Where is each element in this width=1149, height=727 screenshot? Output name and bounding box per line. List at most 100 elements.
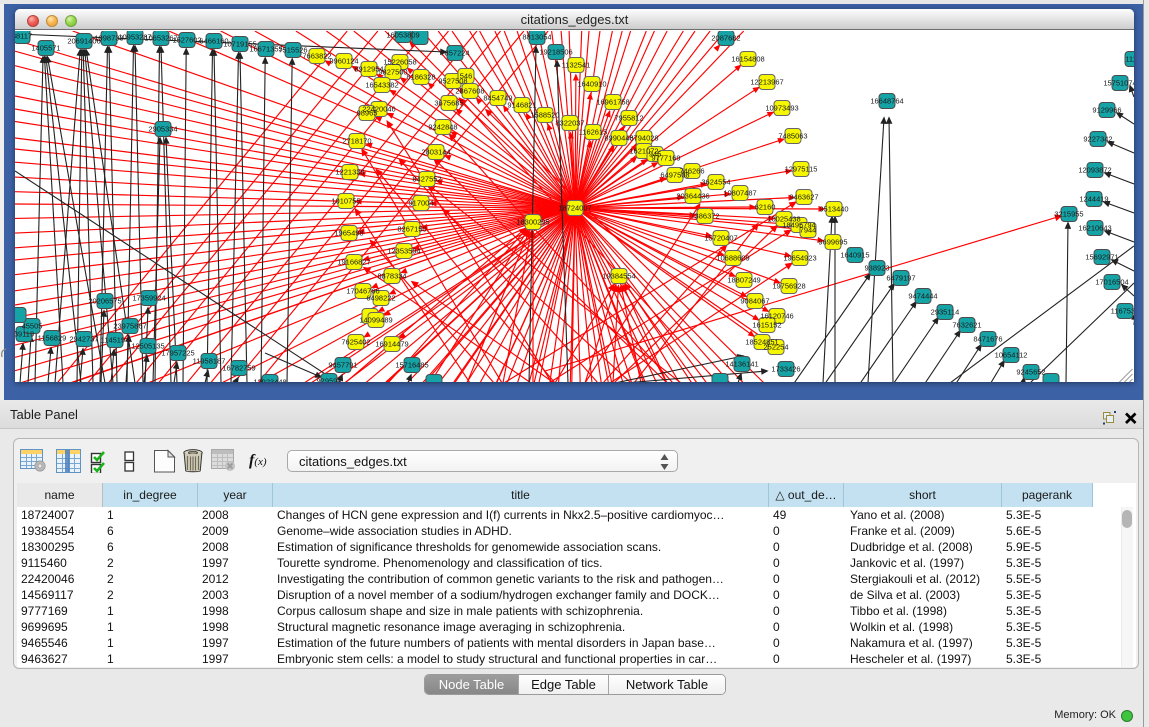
svg-text:7632621: 7632621	[952, 321, 981, 330]
svg-text:19756928: 19756928	[772, 282, 805, 291]
svg-text:11958187: 11958187	[193, 357, 226, 366]
svg-text:1244419: 1244419	[1079, 195, 1108, 204]
svg-text:1156829: 1156829	[38, 334, 67, 343]
svg-text:8427552: 8427552	[412, 175, 441, 184]
svg-text:9146821: 9146821	[507, 101, 536, 110]
svg-text:1640915: 1640915	[840, 251, 869, 260]
svg-text:9227342: 9227342	[1083, 135, 1112, 144]
svg-text:8878334: 8878334	[377, 272, 406, 281]
svg-text:6794028: 6794028	[629, 134, 658, 143]
svg-text:3675685: 3675685	[434, 99, 463, 108]
svg-text:8186328: 8186328	[406, 73, 435, 82]
svg-text:8322037: 8322037	[555, 119, 584, 128]
svg-text:16961758: 16961758	[596, 98, 629, 107]
svg-text:20206575: 20206575	[88, 297, 121, 306]
svg-text:9513440: 9513440	[819, 205, 848, 214]
svg-text:18300295: 18300295	[516, 218, 549, 227]
svg-text:14099489: 14099489	[359, 316, 392, 325]
svg-text:8471676: 8471676	[973, 335, 1002, 344]
svg-text:1405571: 1405571	[31, 44, 60, 53]
svg-text:2935114: 2935114	[931, 308, 960, 317]
svg-text:17957225: 17957225	[161, 349, 194, 358]
svg-text:23975867: 23975867	[113, 322, 146, 331]
svg-text:2867608: 2867608	[455, 87, 484, 96]
svg-text:12923448: 12923448	[253, 378, 286, 383]
svg-text:1640910: 1640910	[577, 80, 606, 89]
svg-text:12213967: 12213967	[750, 78, 783, 87]
svg-text:1965498: 1965498	[334, 229, 363, 238]
svg-text:1615152: 1615152	[752, 321, 781, 330]
svg-text:1132541: 1132541	[562, 61, 591, 70]
svg-text:938923: 938923	[864, 264, 889, 273]
svg-text:2718170: 2718170	[342, 137, 371, 146]
svg-text:2942737: 2942737	[69, 335, 98, 344]
svg-text:15720407: 15720407	[704, 234, 737, 243]
svg-text:10807487: 10807487	[723, 189, 756, 198]
svg-text:17016504: 17016504	[1095, 278, 1128, 287]
svg-text:7485063: 7485063	[778, 132, 807, 141]
svg-text:12975115: 12975115	[785, 165, 818, 174]
svg-text:7386372: 7386372	[690, 212, 719, 221]
svg-text:7944: 7944	[800, 226, 817, 235]
svg-text:17359924: 17359924	[132, 294, 165, 303]
svg-text:8267150: 8267150	[397, 225, 426, 234]
svg-text:7857224: 7857224	[440, 49, 469, 58]
svg-text:6498222: 6498222	[366, 294, 395, 303]
svg-text:7663822: 7663822	[302, 52, 331, 61]
svg-text:16053809: 16053809	[386, 31, 419, 40]
svg-text:19654923: 19654923	[783, 254, 816, 263]
svg-text:39119: 39119	[15, 330, 34, 339]
svg-text:10688609: 10688609	[716, 254, 749, 263]
svg-text:8813054: 8813054	[522, 33, 551, 42]
svg-text:1010755: 1010755	[331, 197, 360, 206]
svg-text:9457791: 9457791	[328, 361, 357, 370]
svg-text:16120746: 16120746	[760, 312, 793, 321]
svg-text:16543382: 16543382	[365, 81, 398, 90]
svg-text:18807249: 18807249	[727, 276, 760, 285]
svg-text:45505: 45505	[22, 322, 43, 331]
svg-text:9084067: 9084067	[740, 297, 769, 306]
svg-text:1733426: 1733426	[771, 365, 800, 374]
svg-text:15692971: 15692971	[1085, 253, 1118, 262]
svg-text:98965: 98965	[357, 109, 378, 118]
svg-text:1162615: 1162615	[579, 128, 608, 137]
svg-text:16914479: 16914479	[375, 340, 408, 349]
svg-text:10973493: 10973493	[765, 104, 798, 113]
svg-text:9827500: 9827500	[378, 68, 407, 77]
svg-text:9129966: 9129966	[1092, 106, 1121, 115]
svg-text:15716485: 15716485	[395, 361, 428, 370]
svg-text:16648764: 16648764	[870, 97, 903, 106]
svg-text:7955812: 7955812	[614, 114, 643, 123]
svg-text:9699695: 9699695	[818, 238, 847, 247]
svg-text:2087682: 2087682	[711, 34, 740, 43]
svg-text:1145194: 1145194	[101, 336, 130, 345]
svg-text:9242848: 9242848	[428, 123, 457, 132]
svg-text:9245652: 9245652	[1016, 368, 1045, 377]
svg-text:19166827: 19166827	[337, 258, 370, 267]
svg-text:3624554: 3624554	[701, 178, 730, 187]
svg-text:20364436: 20364436	[676, 192, 709, 201]
svg-text:917004: 917004	[408, 199, 433, 208]
svg-text:1117: 1117	[1125, 55, 1134, 64]
svg-text:6497508: 6497508	[660, 171, 689, 180]
svg-text:12505135: 12505135	[131, 342, 164, 351]
svg-text:14136141: 14136141	[725, 360, 758, 369]
svg-text:2905334: 2905334	[148, 125, 177, 134]
svg-text:929598: 929598	[316, 377, 341, 383]
svg-text:6479197: 6479197	[886, 274, 915, 283]
svg-text:252254: 252254	[763, 343, 788, 352]
svg-text:15226058: 15226058	[383, 58, 416, 67]
svg-text:16782759: 16782759	[222, 364, 255, 373]
svg-text:38117: 38117	[15, 32, 32, 41]
svg-text:9474444: 9474444	[908, 292, 937, 301]
svg-text:9463627: 9463627	[789, 193, 818, 202]
svg-text:12353594: 12353594	[387, 247, 420, 256]
svg-text:12093872: 12093872	[1078, 166, 1111, 175]
svg-text:2803144: 2803144	[421, 148, 450, 157]
svg-text:16154808: 16154808	[731, 55, 764, 64]
svg-text:19218506: 19218506	[539, 48, 572, 57]
svg-text:546: 546	[460, 72, 473, 81]
svg-text:10654112: 10654112	[995, 351, 1028, 360]
svg-text:9777169: 9777169	[651, 154, 680, 163]
svg-text:18724007: 18724007	[558, 204, 591, 213]
